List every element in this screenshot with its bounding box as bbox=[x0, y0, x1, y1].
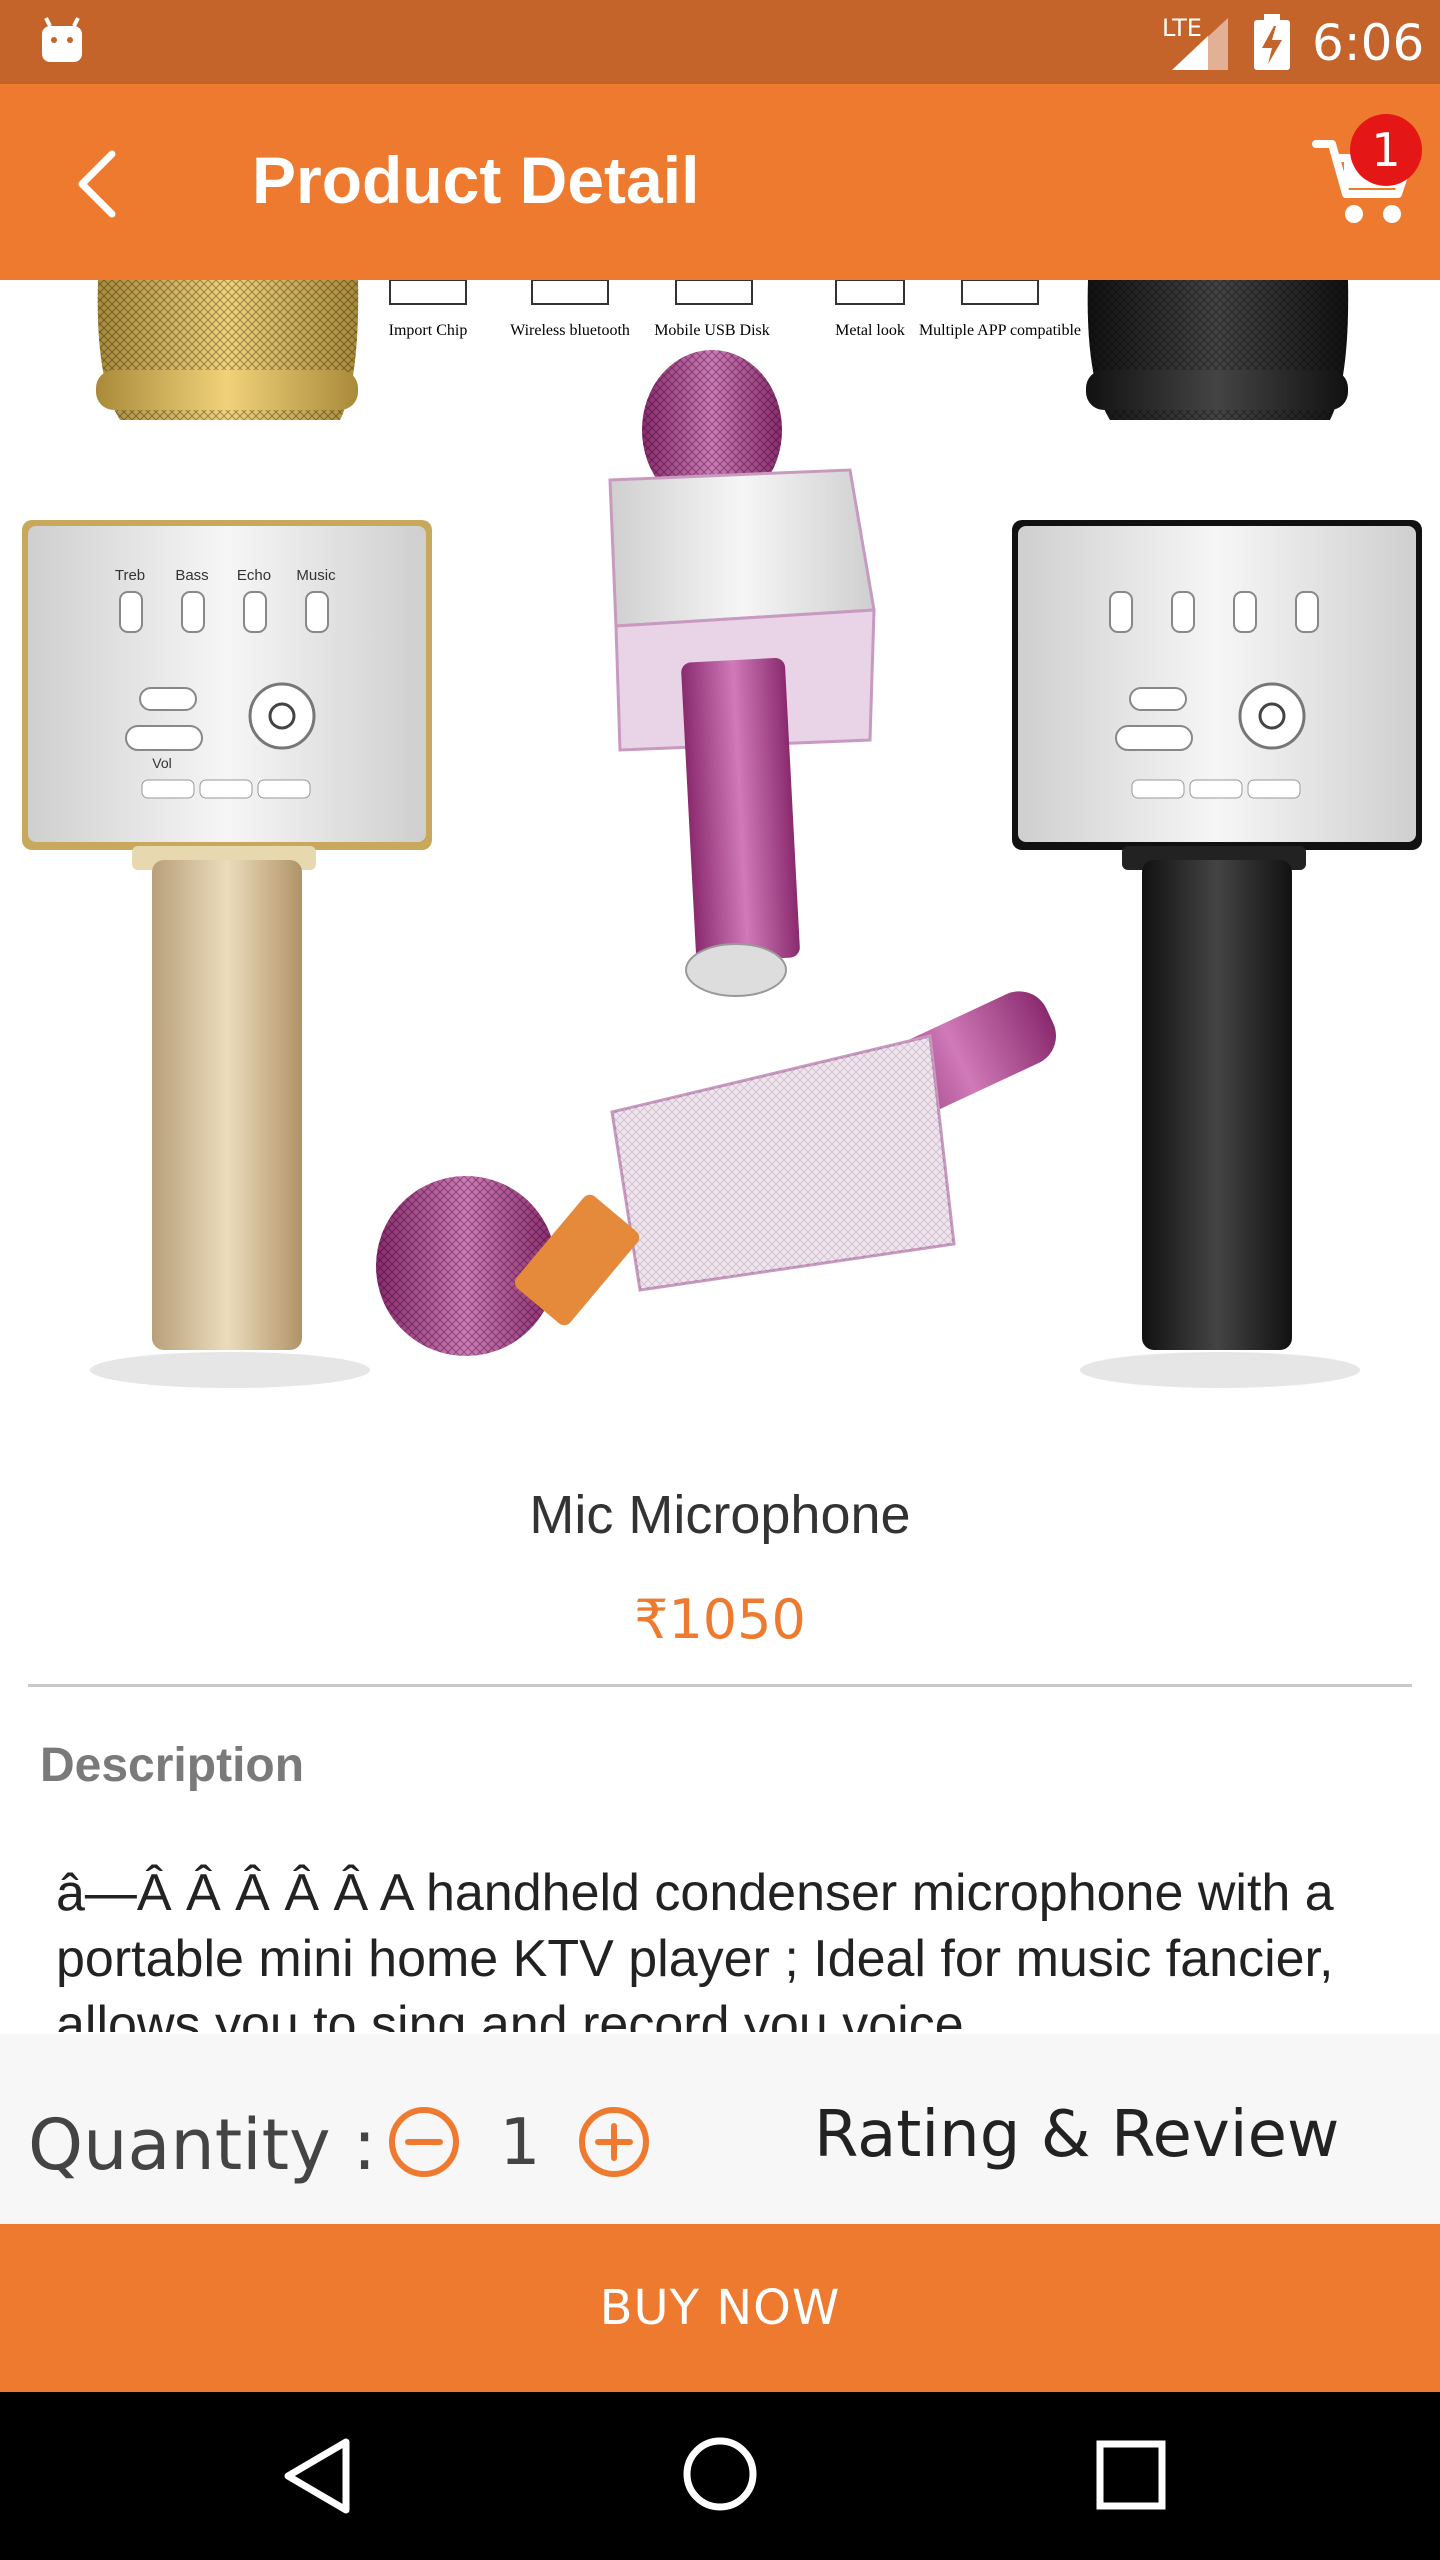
product-price: ₹1050 bbox=[634, 1588, 806, 1651]
panel-label: Treb bbox=[115, 567, 145, 584]
app-bar: Product Detail 1 bbox=[0, 84, 1440, 280]
vol-label: Vol bbox=[152, 755, 171, 771]
product-name: Mic Microphone bbox=[529, 1485, 911, 1545]
status-bar: LTE 6:06 bbox=[0, 0, 1440, 84]
rating-review-link[interactable]: Rating & Review bbox=[814, 2098, 1339, 2172]
panel-label: Echo bbox=[237, 567, 271, 584]
plus-circle-icon[interactable] bbox=[578, 2106, 650, 2178]
quantity-value: 1 bbox=[499, 2106, 541, 2180]
buy-now-button[interactable]: BUY NOW bbox=[0, 2224, 1440, 2392]
back-arrow-icon[interactable] bbox=[60, 134, 140, 234]
feature-label: Mobile USB Disk bbox=[654, 322, 770, 339]
signal-icon bbox=[1172, 18, 1228, 70]
nav-recents-icon[interactable] bbox=[1094, 2438, 1168, 2512]
feature-label: Metal look bbox=[835, 322, 905, 339]
feature-label: Wireless bluetooth bbox=[510, 322, 630, 339]
description-text: â—Â Â Â Â Â A handheld condenser microph… bbox=[56, 1864, 1334, 2032]
divider bbox=[28, 1684, 1412, 1687]
navigation-bar bbox=[0, 2392, 1440, 2560]
clock: 6:06 bbox=[1312, 14, 1425, 72]
panel-label: Music bbox=[296, 567, 336, 584]
quantity-label: Quantity : bbox=[28, 2104, 377, 2186]
android-icon bbox=[42, 17, 82, 62]
panel-label: Bass bbox=[175, 567, 208, 584]
description-heading: Description bbox=[40, 1739, 305, 1792]
cart-count-badge: 1 bbox=[1350, 114, 1422, 186]
feature-label: Import Chip bbox=[389, 322, 468, 339]
battery-icon bbox=[1254, 14, 1290, 70]
nav-back-icon[interactable] bbox=[280, 2436, 356, 2516]
product-image[interactable]: Import Chip Wireless bluetooth Mobile US… bbox=[0, 280, 1440, 1400]
nav-home-icon[interactable] bbox=[680, 2434, 760, 2514]
page-title: Product Detail bbox=[252, 143, 700, 217]
microphone-illustration: Import Chip Wireless bluetooth Mobile US… bbox=[22, 280, 1422, 1388]
quantity-bar: Quantity : 1 Rating & Review bbox=[0, 2034, 1440, 2224]
feature-label: Multiple APP compatible bbox=[919, 322, 1081, 339]
minus-circle-icon[interactable] bbox=[388, 2106, 460, 2178]
